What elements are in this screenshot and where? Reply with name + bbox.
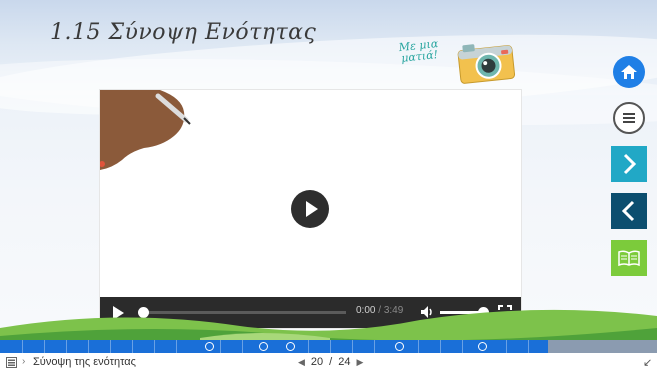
next-page-icon[interactable]: ▶ bbox=[356, 357, 363, 368]
home-button[interactable] bbox=[613, 56, 645, 88]
progress-segment bbox=[66, 340, 67, 353]
menu-icon bbox=[623, 113, 635, 123]
header-band bbox=[0, 0, 657, 136]
progress-segment bbox=[418, 340, 419, 353]
progress-segment bbox=[22, 340, 23, 353]
progress-segment bbox=[176, 340, 177, 353]
home-icon bbox=[621, 65, 637, 79]
camera-icon bbox=[457, 44, 516, 84]
chevron-right-icon bbox=[623, 153, 637, 175]
chevron-left-icon bbox=[621, 200, 635, 222]
slide-title: 1.15 Σύνοψη Ενότητας bbox=[50, 20, 317, 45]
page-navigator: ◀ 20 / 24 ▶ bbox=[298, 356, 363, 368]
next-slide-button[interactable] bbox=[611, 146, 647, 182]
progress-segment bbox=[242, 340, 243, 353]
video-play-button[interactable] bbox=[291, 190, 329, 228]
menu-button[interactable] bbox=[613, 102, 645, 134]
table-of-contents-icon[interactable] bbox=[6, 357, 17, 368]
progress-segment bbox=[506, 340, 507, 353]
progress-segment bbox=[154, 340, 155, 353]
course-progress-bar[interactable] bbox=[0, 340, 657, 353]
progress-marker[interactable] bbox=[259, 342, 268, 351]
progress-segment bbox=[88, 340, 89, 353]
previous-page-icon[interactable]: ◀ bbox=[298, 357, 305, 368]
page-total: 24 bbox=[338, 356, 351, 368]
progress-segment bbox=[330, 340, 331, 353]
breadcrumb-separator-icon: › bbox=[22, 356, 26, 367]
progress-segment bbox=[462, 340, 463, 353]
progress-segment bbox=[352, 340, 353, 353]
book-icon bbox=[618, 250, 640, 267]
progress-segment bbox=[374, 340, 375, 353]
progress-segment bbox=[528, 340, 529, 353]
progress-segment bbox=[132, 340, 133, 353]
page-current: 20 bbox=[310, 356, 324, 368]
hand-drawing-illustration bbox=[100, 90, 191, 170]
grass-decoration bbox=[0, 309, 657, 346]
progress-marker[interactable] bbox=[286, 342, 295, 351]
progress-segment bbox=[440, 340, 441, 353]
previous-slide-button[interactable] bbox=[611, 193, 647, 229]
book-button[interactable] bbox=[611, 240, 647, 276]
resize-icon[interactable]: ↙ bbox=[643, 356, 652, 369]
progress-marker[interactable] bbox=[478, 342, 487, 351]
progress-remaining bbox=[548, 340, 657, 353]
progress-segment bbox=[110, 340, 111, 353]
video-player[interactable]: 0:00 / 3:49 bbox=[100, 90, 521, 328]
progress-segment bbox=[44, 340, 45, 353]
progress-marker[interactable] bbox=[395, 342, 404, 351]
slide-canvas: 1.15 Σύνοψη Ενότητας Με μια ματιά! 0:00 … bbox=[0, 0, 657, 352]
progress-segment bbox=[308, 340, 309, 353]
progress-segment bbox=[220, 340, 221, 353]
current-section-label[interactable]: Σύνοψη της ενότητας bbox=[33, 356, 136, 368]
progress-marker[interactable] bbox=[205, 342, 214, 351]
status-bar: › Σύνοψη της ενότητας ◀ 20 / 24 ▶ ↙ bbox=[0, 353, 657, 372]
page-separator: / bbox=[329, 356, 333, 368]
